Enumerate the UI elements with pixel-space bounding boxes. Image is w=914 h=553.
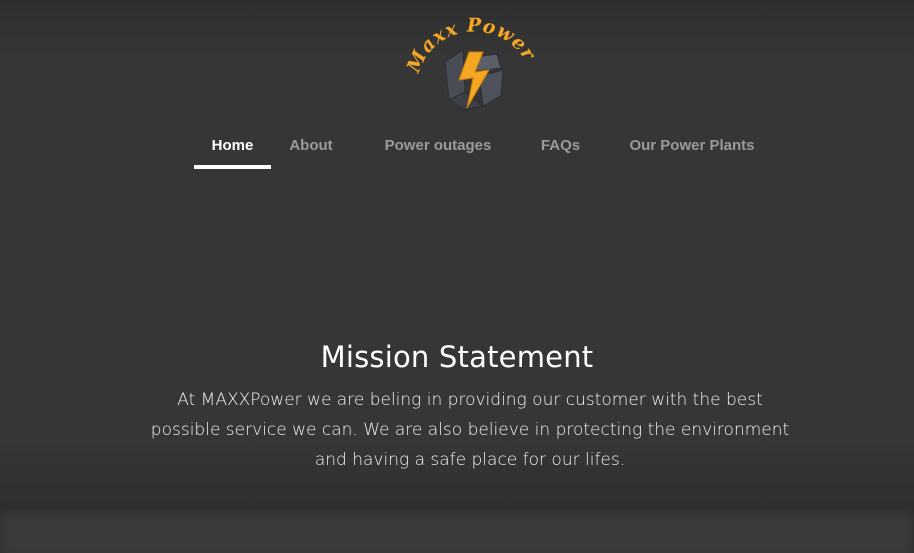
nav-item-power-outages[interactable]: Power outages (372, 128, 504, 168)
nav-item-our-power-plants[interactable]: Our Power Plants (618, 128, 766, 168)
nav-item-about[interactable]: About (276, 128, 346, 168)
mission-text: At MAXXPower we are beling in providing … (150, 390, 790, 470)
lightning-bolt-icon: Maxx Power (405, 15, 540, 111)
main-nav: Home About Power outages FAQs Our Power … (0, 128, 914, 170)
active-tab-indicator (194, 165, 271, 169)
page: Maxx Power Home About Power outages FAQs… (0, 0, 914, 553)
nav-item-faqs[interactable]: FAQs (528, 128, 593, 168)
mission-title: Mission Statement (320, 340, 594, 374)
nav-item-home[interactable]: Home (194, 128, 271, 168)
footer-band (0, 505, 914, 553)
site-logo[interactable]: Maxx Power (405, 14, 540, 114)
